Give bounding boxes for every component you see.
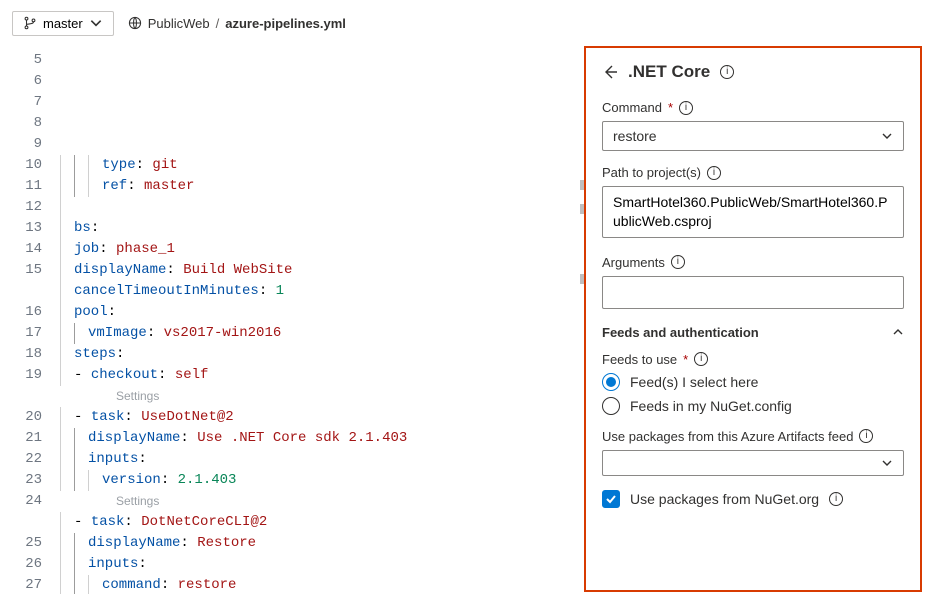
code-line[interactable]: command: restore: [60, 575, 584, 594]
radio-feeds-select-here[interactable]: [602, 373, 620, 391]
feeds-section-header[interactable]: Feeds and authentication: [602, 325, 904, 340]
code-line[interactable]: displayName: Build WebSite: [60, 260, 584, 281]
code-editor[interactable]: 5678910111213141516171819202122232425262…: [0, 44, 584, 594]
code-line[interactable]: steps:: [60, 344, 584, 365]
topbar: master PublicWeb / azure-pipelines.yml: [0, 0, 928, 44]
repo-icon: [128, 16, 142, 30]
info-icon[interactable]: i: [694, 352, 708, 366]
settings-codelens[interactable]: Settings: [60, 491, 159, 512]
info-icon[interactable]: i: [859, 429, 873, 443]
checkmark-icon: [605, 493, 617, 505]
back-arrow-icon[interactable]: [602, 64, 618, 80]
chevron-down-icon: [881, 130, 893, 142]
info-icon[interactable]: i: [720, 65, 734, 79]
code-line[interactable]: inputs:: [60, 449, 584, 470]
branch-selector[interactable]: master: [12, 11, 114, 36]
code-line[interactable]: cancelTimeoutInMinutes: 1: [60, 281, 584, 302]
info-icon[interactable]: i: [829, 492, 843, 506]
breadcrumb-separator: /: [216, 16, 220, 31]
feeds-section-title: Feeds and authentication: [602, 325, 759, 340]
code-line[interactable]: - task: UseDotNet@2: [60, 407, 584, 428]
radio-feeds-nuget-config[interactable]: [602, 397, 620, 415]
radio-label-nuget-config: Feeds in my NuGet.config: [630, 398, 792, 414]
chevron-up-icon: [892, 326, 904, 338]
chevron-down-icon: [89, 16, 103, 30]
overview-ruler-mark: [580, 204, 584, 214]
command-value: restore: [613, 128, 657, 144]
code-line[interactable]: displayName: Use .NET Core sdk 2.1.403: [60, 428, 584, 449]
code-line[interactable]: type: git: [60, 155, 584, 176]
code-line[interactable]: Settings: [60, 491, 584, 512]
code-content[interactable]: type: gitref: masterbs:job: phase_1displ…: [52, 44, 584, 594]
checkbox-nuget-org[interactable]: [602, 490, 620, 508]
settings-codelens[interactable]: Settings: [60, 386, 159, 407]
code-line[interactable]: version: 2.1.403: [60, 470, 584, 491]
chevron-down-icon: [881, 457, 893, 469]
branch-name: master: [43, 16, 83, 31]
line-number-gutter: 5678910111213141516171819202122232425262…: [0, 44, 52, 594]
arguments-input[interactable]: [602, 276, 904, 309]
info-icon[interactable]: i: [671, 255, 685, 269]
code-line[interactable]: Settings: [60, 386, 584, 407]
checkbox-label-nuget-org: Use packages from NuGet.org: [630, 491, 819, 507]
command-select[interactable]: restore: [602, 121, 904, 151]
breadcrumb-repo[interactable]: PublicWeb: [148, 16, 210, 31]
arguments-label: Arguments: [602, 255, 665, 270]
path-label: Path to project(s): [602, 165, 701, 180]
panel-title: .NET Core: [628, 62, 710, 82]
info-icon[interactable]: i: [679, 101, 693, 115]
artifacts-feed-label: Use packages from this Azure Artifacts f…: [602, 429, 853, 444]
code-line[interactable]: ref: master: [60, 176, 584, 197]
code-line[interactable]: [60, 197, 584, 218]
code-line[interactable]: - checkout: self: [60, 365, 584, 386]
required-asterisk: *: [668, 100, 673, 115]
command-label: Command: [602, 100, 662, 115]
info-icon[interactable]: i: [707, 166, 721, 180]
path-input[interactable]: [602, 186, 904, 238]
feeds-to-use-label: Feeds to use: [602, 352, 677, 367]
code-line[interactable]: pool:: [60, 302, 584, 323]
code-line[interactable]: job: phase_1: [60, 239, 584, 260]
breadcrumb: PublicWeb / azure-pipelines.yml: [128, 16, 346, 31]
git-branch-icon: [23, 16, 37, 30]
breadcrumb-file: azure-pipelines.yml: [225, 16, 346, 31]
overview-ruler-mark: [580, 274, 584, 284]
code-line[interactable]: vmImage: vs2017-win2016: [60, 323, 584, 344]
required-asterisk: *: [683, 352, 688, 367]
code-line[interactable]: inputs:: [60, 554, 584, 575]
overview-ruler-mark: [580, 180, 584, 190]
task-assistant-panel: .NET Core i Command * i restore Path to …: [584, 46, 922, 592]
code-line[interactable]: - task: DotNetCoreCLI@2: [60, 512, 584, 533]
artifacts-feed-select[interactable]: [602, 450, 904, 476]
code-line[interactable]: bs:: [60, 218, 584, 239]
radio-label-select-here: Feed(s) I select here: [630, 374, 758, 390]
code-line[interactable]: displayName: Restore: [60, 533, 584, 554]
